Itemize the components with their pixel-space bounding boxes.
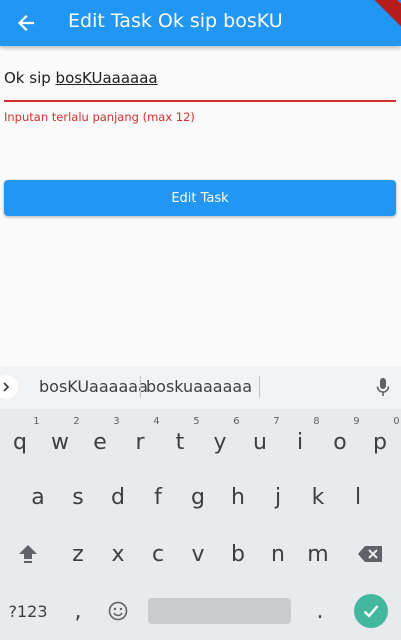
app-bar: Edit Task Ok sip bosKU xyxy=(0,0,401,46)
microphone-icon xyxy=(376,378,390,396)
arrow-left-icon xyxy=(17,14,35,32)
key-label: r xyxy=(135,429,145,455)
soft-keyboard: bosKUaaaaaa boskuaaaaaa 1q 2w 3e 4r 5t 6… xyxy=(0,366,401,640)
key-c[interactable]: c xyxy=(138,528,178,580)
task-name-value[interactable]: Ok sip bosKUaaaaaa xyxy=(4,69,158,87)
key-g[interactable]: g xyxy=(178,471,218,523)
key-hint: 4 xyxy=(153,416,160,427)
field-error-text: Inputan terlalu panjang (max 12) xyxy=(4,110,195,124)
key-label: y xyxy=(213,429,227,455)
debug-banner xyxy=(357,0,401,33)
key-n[interactable]: n xyxy=(258,528,298,580)
key-z[interactable]: z xyxy=(58,528,98,580)
suggestion-2[interactable]: boskuaaaaaa xyxy=(146,377,252,396)
key-o[interactable]: 9o xyxy=(320,416,360,468)
key-w[interactable]: 2w xyxy=(40,416,80,468)
key-e[interactable]: 3e xyxy=(80,416,120,468)
suggestion-divider xyxy=(140,376,141,398)
expand-suggestions-button[interactable] xyxy=(0,375,18,399)
smiley-icon xyxy=(108,601,128,621)
key-s[interactable]: s xyxy=(58,471,98,523)
key-label: i xyxy=(296,429,304,455)
key-a[interactable]: a xyxy=(18,471,58,523)
key-v[interactable]: v xyxy=(178,528,218,580)
back-button[interactable] xyxy=(12,9,40,37)
key-label: e xyxy=(93,429,107,455)
key-hint: 9 xyxy=(353,416,360,427)
key-p[interactable]: 0p xyxy=(360,416,400,468)
voice-input-button[interactable] xyxy=(376,377,390,401)
edit-task-button[interactable]: Edit Task xyxy=(4,180,396,216)
field-underline-error xyxy=(4,100,396,102)
key-hint: 2 xyxy=(73,416,80,427)
emoji-key[interactable] xyxy=(98,585,138,637)
space-key[interactable] xyxy=(148,598,291,624)
key-j[interactable]: j xyxy=(258,471,298,523)
key-t[interactable]: 5t xyxy=(160,416,200,468)
key-h[interactable]: h xyxy=(218,471,258,523)
shift-key[interactable] xyxy=(8,528,48,580)
key-label: p xyxy=(373,429,387,455)
key-hint: 1 xyxy=(33,416,40,427)
key-x[interactable]: x xyxy=(98,528,138,580)
key-b[interactable]: b xyxy=(218,528,258,580)
shift-icon xyxy=(19,545,37,563)
task-name-field[interactable]: Ok sip bosKUaaaaaa xyxy=(4,62,396,102)
field-text-composing: bosKUaaaaaa xyxy=(55,69,158,87)
key-m[interactable]: m xyxy=(298,528,338,580)
key-label: q xyxy=(13,429,27,455)
key-i[interactable]: 8i xyxy=(280,416,320,468)
key-label: w xyxy=(51,429,69,455)
key-d[interactable]: d xyxy=(98,471,138,523)
key-r[interactable]: 4r xyxy=(120,416,160,468)
suggestion-1[interactable]: bosKUaaaaaa xyxy=(39,377,148,396)
key-hint: 7 xyxy=(273,416,280,427)
check-icon xyxy=(363,605,379,618)
comma-key[interactable]: , xyxy=(58,585,98,637)
key-hint: 6 xyxy=(233,416,240,427)
chevron-right-icon xyxy=(3,382,10,392)
suggestion-strip: bosKUaaaaaa boskuaaaaaa xyxy=(0,366,401,409)
key-hint: 0 xyxy=(393,416,400,427)
period-key[interactable]: . xyxy=(300,585,340,637)
key-hint: 5 xyxy=(193,416,200,427)
done-key[interactable] xyxy=(354,594,388,628)
field-text-plain: Ok sip xyxy=(4,69,56,87)
backspace-key[interactable] xyxy=(350,528,390,580)
key-k[interactable]: k xyxy=(298,471,338,523)
key-label: u xyxy=(253,429,267,455)
page-title: Edit Task Ok sip bosKU xyxy=(68,10,283,32)
key-label: o xyxy=(333,429,347,455)
key-q[interactable]: 1q xyxy=(0,416,40,468)
backspace-icon xyxy=(358,546,382,562)
symbols-key[interactable]: ?123 xyxy=(4,585,52,637)
key-hint: 3 xyxy=(113,416,120,427)
key-label: t xyxy=(175,429,185,455)
key-y[interactable]: 6y xyxy=(200,416,240,468)
suggestion-divider xyxy=(259,376,260,398)
key-hint: 8 xyxy=(313,416,320,427)
key-f[interactable]: f xyxy=(138,471,178,523)
key-l[interactable]: l xyxy=(338,471,378,523)
key-u[interactable]: 7u xyxy=(240,416,280,468)
